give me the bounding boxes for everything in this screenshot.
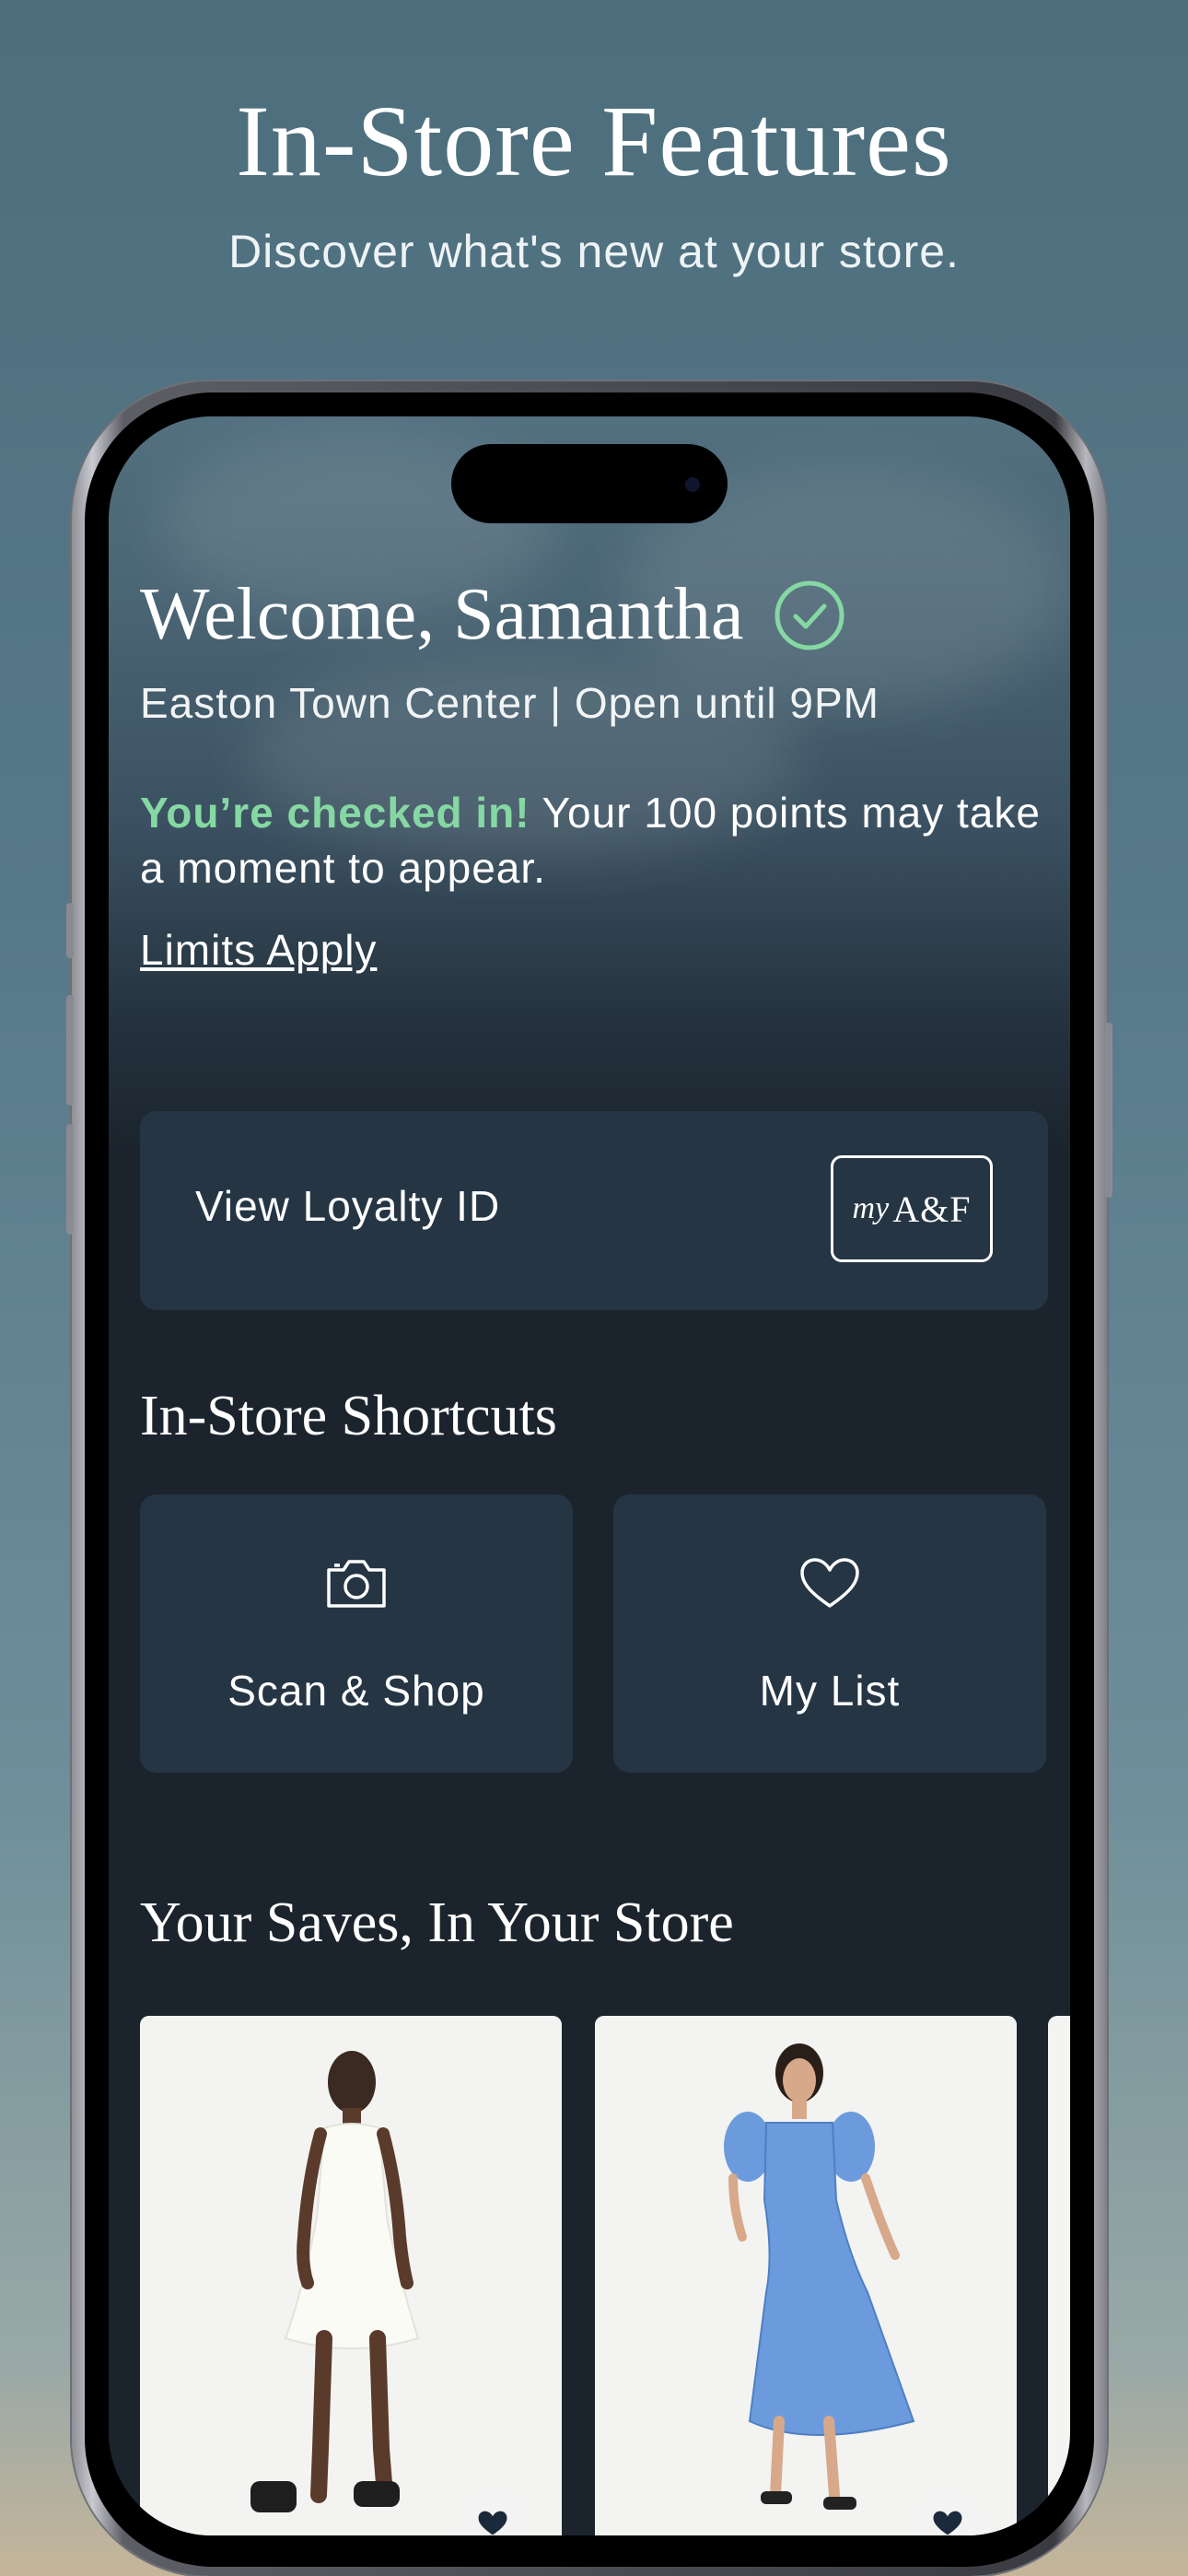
phone-power-button: [1105, 1023, 1112, 1198]
front-camera: [685, 477, 700, 492]
checkin-status: You’re checked in!: [140, 789, 530, 837]
checkin-message: You’re checked in! Your 100 points may t…: [140, 785, 1052, 896]
saves-section-title: Your Saves, In Your Store: [140, 1891, 734, 1954]
shortcuts-section-title: In-Store Shortcuts: [140, 1385, 557, 1447]
camera-icon: [140, 1557, 573, 1610]
store-info: Easton Town Center | Open until 9PM: [140, 679, 879, 727]
page-subtitle: Discover what's new at your store.: [228, 226, 960, 277]
product-card[interactable]: [595, 2016, 1017, 2535]
limits-apply-link[interactable]: Limits Apply: [140, 925, 377, 975]
dynamic-island: [451, 444, 728, 523]
app-screen: Welcome, Samantha Easton Town Center | O…: [109, 416, 1070, 2535]
welcome-greeting: Welcome, Samantha: [140, 574, 744, 655]
my-list-label: My List: [759, 1667, 901, 1715]
product-card[interactable]: [140, 2016, 562, 2535]
loyalty-label: View Loyalty ID: [195, 1182, 501, 1230]
scan-and-shop-label: Scan & Shop: [227, 1667, 485, 1715]
my-list-button[interactable]: My List: [613, 1494, 1046, 1773]
phone-volume-down-button: [66, 1124, 74, 1235]
phone-action-button: [66, 903, 74, 958]
heart-outline-icon: [613, 1557, 1046, 1610]
phone-volume-up-button: [66, 995, 74, 1106]
myaf-logo: my A&F: [831, 1155, 993, 1262]
product-card-peek[interactable]: [1048, 2016, 1070, 2535]
white-dress-product-image: [140, 2016, 562, 2535]
view-loyalty-id-button[interactable]: View Loyalty ID my A&F: [140, 1111, 1048, 1310]
checkmark-circle-icon: [774, 580, 845, 651]
page-title: In-Store Features: [236, 85, 952, 197]
heart-filled-icon: [478, 2511, 507, 2535]
welcome-header: Welcome, Samantha: [140, 573, 969, 657]
scan-and-shop-button[interactable]: Scan & Shop: [140, 1494, 573, 1773]
blue-dress-product-image: [595, 2016, 1017, 2535]
heart-filled-icon: [933, 2511, 962, 2535]
